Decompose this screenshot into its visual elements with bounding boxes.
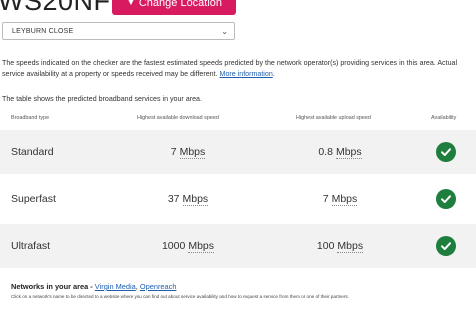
table-header: Broadband type Highest available downloa… [0,113,476,125]
chevron-down-icon: ⌄ [221,26,228,36]
check-icon [436,236,456,256]
network-link-openreach[interactable]: Openreach [140,282,177,291]
table-row: Superfast 37 Mbps 7 Mbps [0,177,476,221]
header-download-speed: Highest available download speed [137,115,219,121]
network-link-virgin-media[interactable]: Virgin Media [95,282,136,291]
address-select[interactable]: LEYBURN CLOSE ⌄ [2,22,235,40]
postcode-heading: WS20NF [0,0,111,16]
availability [436,177,456,221]
upload-speed: 100 Mbps [292,224,388,268]
broadband-type: Standard [11,146,54,158]
download-value: 37 [167,193,180,205]
networks-in-area: Networks in your area - Virgin Media, Op… [11,282,177,291]
upload-value: 7 [322,193,329,205]
download-unit: Mbps [179,145,206,159]
header-broadband-type: Broadband type [11,115,50,121]
download-value: 7 [170,146,177,158]
change-location-label: Change Location [138,0,223,9]
header-upload-speed: Highest available upload speed [296,115,371,121]
speed-info-text: The speeds indicated on the checker are … [2,59,458,78]
upload-unit: Mbps [335,145,362,159]
table-row: Ultrafast 1000 Mbps 100 Mbps [0,224,476,268]
address-select-value: LEYBURN CLOSE [12,27,74,35]
download-speed: 1000 Mbps [140,224,236,268]
upload-value: 0.8 [318,146,333,158]
download-unit: Mbps [182,192,209,206]
check-icon [436,142,456,162]
change-location-button[interactable]: ▼ Change Location [112,0,236,15]
upload-value: 100 [316,240,335,252]
upload-speed: 0.8 Mbps [292,130,388,174]
broadband-type: Ultrafast [11,240,51,252]
upload-speed: 7 Mbps [292,177,388,221]
download-speed: 7 Mbps [140,130,236,174]
networks-note: Click on a network's name to be directed… [11,294,349,299]
download-speed: 37 Mbps [140,177,236,221]
upload-unit: Mbps [331,192,358,206]
download-unit: Mbps [188,239,215,253]
check-icon [436,189,456,209]
location-pin-icon: ▼ [125,0,136,8]
more-information-link[interactable]: More information [220,70,273,78]
download-value: 1000 [161,240,186,252]
table-row: Standard 7 Mbps 0.8 Mbps [0,130,476,174]
header-availability: Availability [431,115,457,121]
table-intro: The table shows the predicted broadband … [2,95,202,103]
availability [436,224,456,268]
broadband-type: Superfast [11,193,56,205]
availability [436,130,456,174]
networks-label: Networks in your area - [11,282,93,291]
upload-unit: Mbps [337,239,364,253]
